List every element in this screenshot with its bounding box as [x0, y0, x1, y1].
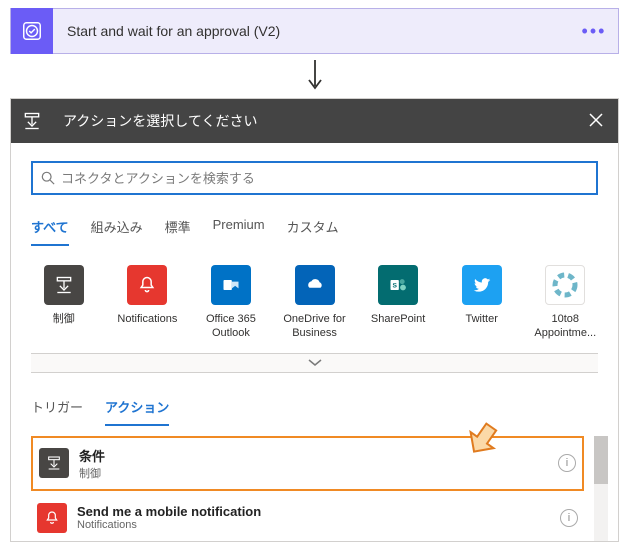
action-title: Send me a mobile notification	[77, 504, 261, 519]
action-subtitle: 制御	[79, 465, 105, 481]
step-more-menu[interactable]: •••	[570, 21, 618, 42]
chevron-down-icon	[308, 359, 322, 367]
approval-step-title: Start and wait for an approval (V2)	[53, 23, 570, 39]
filter-tab-all[interactable]: すべて	[31, 211, 69, 246]
picker-header-icon	[11, 99, 53, 143]
connector-10to8[interactable]: 10to8 Appointme...	[532, 265, 598, 341]
approval-step-card[interactable]: Start and wait for an approval (V2) •••	[10, 8, 619, 54]
flow-arrow-icon	[10, 54, 619, 98]
filter-tab-premium[interactable]: Premium	[213, 211, 265, 246]
search-icon	[41, 171, 55, 185]
connector-sharepoint[interactable]: S SharePoint	[365, 265, 431, 341]
filter-tab-builtin[interactable]: 組み込み	[91, 211, 143, 246]
connector-control[interactable]: 制御	[31, 265, 97, 341]
search-box[interactable]	[31, 161, 598, 195]
sub-tab-actions[interactable]: アクション	[105, 393, 169, 426]
picker-title: アクションを選択してください	[53, 111, 574, 131]
connector-office365-outlook[interactable]: Office 365 Outlook	[198, 265, 264, 341]
picker-header: アクションを選択してください	[11, 99, 618, 143]
actions-scrollbar[interactable]	[594, 436, 608, 541]
actions-list: 条件 制御 i Send me a mobile notification No…	[31, 436, 608, 541]
svg-text:S: S	[393, 283, 398, 290]
highlighted-action: 条件 制御 i	[31, 436, 584, 491]
connector-twitter[interactable]: Twitter	[449, 265, 515, 341]
expand-connectors-bar[interactable]	[31, 353, 598, 373]
close-icon[interactable]	[574, 113, 618, 130]
connector-notifications[interactable]: Notifications	[115, 265, 181, 341]
filter-tabs: すべて 組み込み 標準 Premium カスタム	[31, 211, 598, 247]
search-input[interactable]	[55, 171, 588, 186]
connector-grid: 制御 Notifications Office 365 Outlook	[31, 265, 598, 353]
info-icon[interactable]: i	[558, 454, 576, 472]
sub-tab-triggers[interactable]: トリガー	[31, 393, 83, 426]
action-mobile-notification[interactable]: Send me a mobile notification Notificati…	[31, 495, 584, 541]
action-subtitle: Notifications	[77, 519, 261, 531]
connector-onedrive-business[interactable]: OneDrive for Business	[282, 265, 348, 341]
filter-tab-custom[interactable]: カスタム	[287, 211, 339, 246]
sub-tabs: トリガー アクション	[31, 393, 598, 426]
info-icon[interactable]: i	[560, 509, 578, 527]
action-title: 条件	[79, 446, 105, 465]
action-condition[interactable]: 条件 制御 i	[33, 438, 582, 489]
approval-icon	[11, 8, 53, 54]
action-picker-panel: アクションを選択してください すべて 組み込み 標準 Premium カスタム	[10, 98, 619, 542]
filter-tab-standard[interactable]: 標準	[165, 211, 191, 246]
